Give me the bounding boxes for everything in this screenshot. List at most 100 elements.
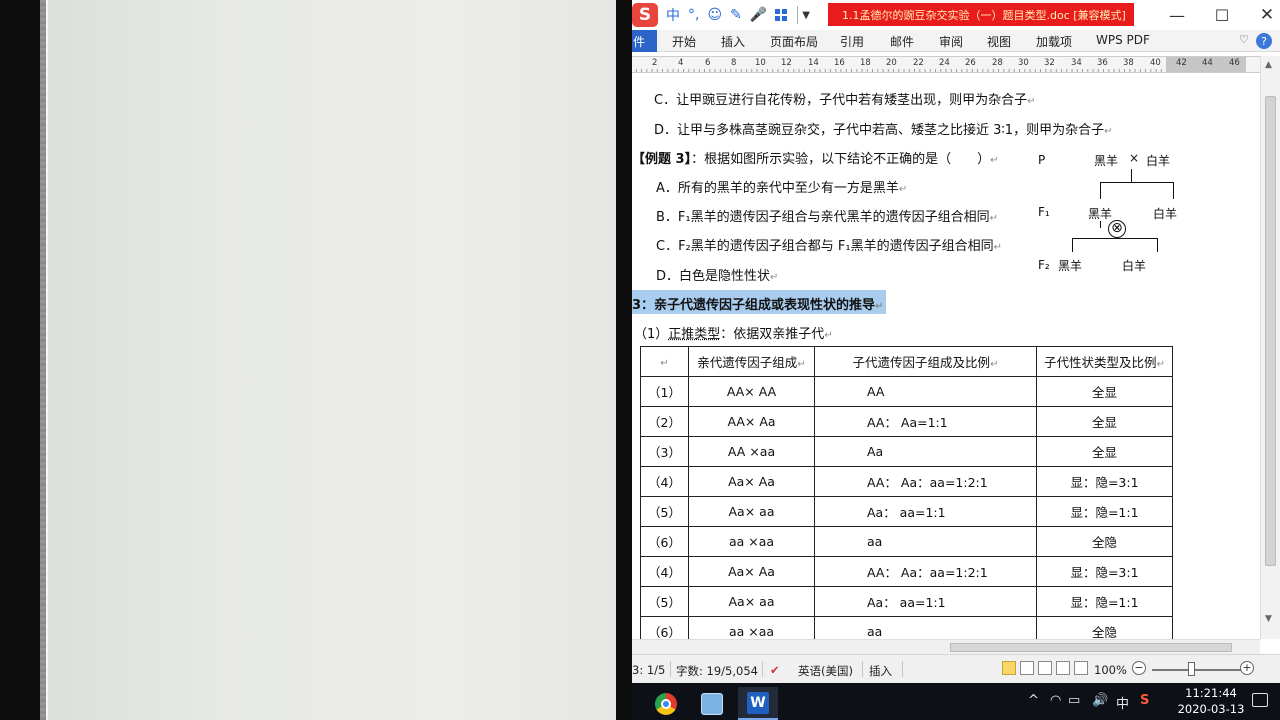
ime-tray-indicator[interactable]: 中 <box>1116 693 1129 712</box>
table-cell: （5） <box>640 586 689 617</box>
horizontal-scroll-thumb[interactable] <box>950 643 1232 652</box>
ruler-number: 2 <box>652 58 658 68</box>
language-indicator[interactable]: 英语(美国) <box>798 663 853 679</box>
option-d-previous: D．让甲与多株高茎豌豆杂交，子代中若高、矮茎之比接近 3∶1，则甲为杂合子↵ <box>654 119 1112 138</box>
divider <box>902 661 903 677</box>
scroll-down-icon[interactable]: ▼ <box>1265 614 1272 624</box>
option-text: D．让甲与多株高茎豌豆杂交，子代中若高、矮茎之比接近 3∶1，则甲为杂合子 <box>654 123 1105 138</box>
document-page[interactable]: C．让甲豌豆进行自花传粉，子代中若有矮茎出现，则甲为杂合子↵ D．让甲与多株高茎… <box>632 74 1258 639</box>
divider <box>670 661 671 677</box>
network-icon[interactable]: ◠ <box>1050 693 1061 708</box>
help-icon[interactable]: ? <box>1256 33 1272 49</box>
taskbar: W ^ ◠ ▭ 🔊 中 S 11:21:44 2020-03-13 <box>632 683 1280 720</box>
subsection-text: ：依据双亲推子代 <box>720 327 825 342</box>
diagram-line <box>1100 182 1101 199</box>
ruler-number: 10 <box>755 58 766 68</box>
option-a: A．所有的黑羊的亲代中至少有一方是黑羊↵ <box>656 177 907 196</box>
table-cell: （1） <box>640 376 689 407</box>
table-cell: 显：隐=3:1 <box>1036 556 1173 587</box>
tab-addins[interactable]: 加载项 <box>1036 33 1072 50</box>
vertical-scrollbar[interactable]: ▲ ▼ <box>1260 56 1280 639</box>
cell-text: Aa： aa=1:1 <box>867 595 946 610</box>
tab-file[interactable]: 件 <box>632 30 657 52</box>
zoom-slider[interactable] <box>1152 669 1248 671</box>
notification-icon[interactable] <box>1252 693 1268 707</box>
tab-mailings[interactable]: 邮件 <box>890 33 914 50</box>
ruler-number: 20 <box>886 58 897 68</box>
subsection-line: （1）正推类型：依据双亲推子代↵ <box>634 323 833 342</box>
sogou-tray-icon[interactable]: S <box>1140 693 1149 708</box>
ime-punctuation-toggle[interactable]: °, <box>688 7 699 23</box>
scroll-up-icon[interactable]: ▲ <box>1265 60 1272 70</box>
tab-review[interactable]: 审阅 <box>939 33 963 50</box>
table-cell: Aa× Aa <box>688 556 815 587</box>
table-header-cell: 子代遗传因子组成及比例↵ <box>814 346 1037 377</box>
table-row: （4） Aa× Aa AA： Aa：aa=1:2:1 显：隐=3:1 <box>640 556 1173 587</box>
spellcheck-icon[interactable]: ✔ <box>770 663 780 677</box>
ruler-number: 46 <box>1229 58 1240 68</box>
diagram-line <box>1131 169 1132 182</box>
word-count[interactable]: 字数: 19/5,054 <box>676 663 758 679</box>
reading-view-button[interactable] <box>1020 661 1034 675</box>
paragraph-mark: ↵ <box>797 359 806 370</box>
insert-mode[interactable]: 插入 <box>869 663 892 679</box>
ruler-number: 40 <box>1150 58 1161 68</box>
ruler-number: 18 <box>860 58 871 68</box>
table-cell: Aa× aa <box>688 496 815 527</box>
page-indicator[interactable]: 3: 1/5 <box>632 663 665 677</box>
taskbar-chrome[interactable] <box>646 687 686 720</box>
cell-text: AA× AA <box>726 384 777 399</box>
f2-generation-label: F₂ <box>1038 258 1050 272</box>
zoom-in-button[interactable]: + <box>1240 661 1254 675</box>
diagram-line <box>1157 238 1158 252</box>
f1-generation-label: F₁ <box>1038 205 1050 219</box>
paragraph-mark: ↵ <box>898 184 908 195</box>
taskbar-vmware[interactable] <box>692 687 732 720</box>
maximize-button[interactable]: ☐ <box>1207 4 1237 26</box>
ime-mode-toggle[interactable]: 中 <box>666 5 680 25</box>
tab-home[interactable]: 开始 <box>672 33 696 50</box>
close-button[interactable]: ✕ <box>1252 4 1280 26</box>
option-c: C．F₂黑羊的遗传因子组合都与 F₁黑羊的遗传因子组合相同↵ <box>656 235 1002 254</box>
volume-icon[interactable]: 🔊 <box>1092 693 1108 708</box>
option-text: A．所有的黑羊的亲代中至少有一方是黑羊 <box>656 181 899 196</box>
zoom-level[interactable]: 100% <box>1094 663 1127 677</box>
horizontal-ruler[interactable]: 2 4 6 8 10 12 14 16 18 20 22 24 26 28 30… <box>632 56 1280 73</box>
battery-icon[interactable]: ▭ <box>1068 693 1080 708</box>
tab-references[interactable]: 引用 <box>840 33 864 50</box>
horizontal-scrollbar[interactable] <box>632 639 1260 654</box>
ime-voice-icon[interactable]: 🎤 <box>750 7 767 23</box>
page-view-button[interactable] <box>1002 661 1016 675</box>
diagram-line <box>1072 238 1073 252</box>
zoom-slider-thumb[interactable] <box>1188 662 1195 676</box>
tab-page-layout[interactable]: 页面布局 <box>770 33 818 50</box>
zoom-out-button[interactable]: − <box>1132 661 1146 675</box>
table-cell: （3） <box>640 436 689 467</box>
taskbar-wps-writer[interactable]: W <box>738 687 778 720</box>
tab-view[interactable]: 视图 <box>987 33 1011 50</box>
draft-view-button[interactable] <box>1074 661 1088 675</box>
option-text: C．F₂黑羊的遗传因子组合都与 F₁黑羊的遗传因子组合相同 <box>656 239 994 254</box>
ime-emoji-icon[interactable]: ☺ <box>707 7 722 23</box>
tab-wps-pdf[interactable]: WPS PDF <box>1096 33 1150 47</box>
tab-insert[interactable]: 插入 <box>721 33 745 50</box>
ime-toolbox-icon[interactable] <box>775 9 788 21</box>
quick-access-dropdown-icon[interactable]: ▼ <box>802 10 810 21</box>
ribbon-collapse-icon[interactable]: ♡ <box>1239 33 1249 46</box>
ime-handwriting-icon[interactable]: ✎ <box>730 7 742 23</box>
system-clock[interactable]: 11:21:44 2020-03-13 <box>1166 685 1256 717</box>
minimize-button[interactable]: — <box>1162 4 1192 26</box>
cell-text: 全显 <box>1091 445 1117 460</box>
sheep-cross-diagram: P 黑羊 × 白羊 F₁ 黑羊 白羊 ⊗ F₂ 黑羊 白羊 <box>1032 148 1232 278</box>
vertical-scroll-thumb[interactable] <box>1265 96 1276 566</box>
web-view-button[interactable] <box>1038 661 1052 675</box>
table-cell: 全隐 <box>1036 616 1173 639</box>
table-cell: 全显 <box>1036 406 1173 437</box>
outline-view-button[interactable] <box>1056 661 1070 675</box>
tray-chevron-icon[interactable]: ^ <box>1028 693 1039 708</box>
section-heading: 3：亲子代遗传因子组成或表现性状的推导↵ <box>632 294 883 313</box>
sogou-ime-logo-icon[interactable]: S <box>632 3 658 27</box>
cell-text: 显：隐=1:1 <box>1070 595 1139 610</box>
ime-toolbar: S 中 °, ☺ ✎ 🎤 ▼ <box>632 3 810 27</box>
cell-text: （6） <box>648 535 681 550</box>
